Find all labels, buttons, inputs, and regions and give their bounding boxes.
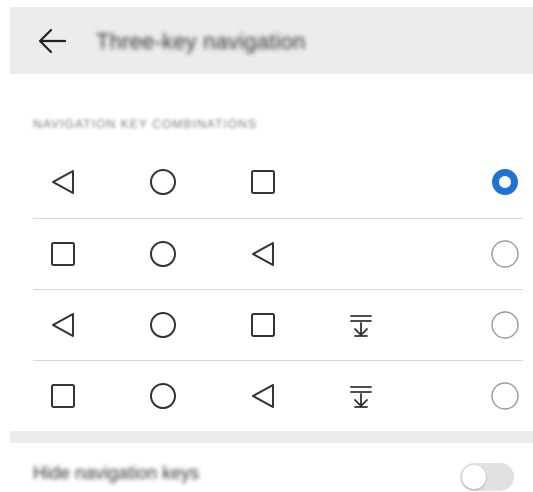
arrow-left-icon [38, 28, 67, 54]
home-key-icon [150, 169, 176, 195]
home-key-icon [150, 383, 176, 409]
recents-key-icon [251, 313, 275, 337]
home-key-icon [150, 241, 176, 267]
key-combination-option-2[interactable] [33, 219, 523, 289]
home-key-icon [150, 312, 176, 338]
back-key-icon [52, 313, 74, 337]
back-key-icon [252, 242, 274, 266]
notification-key-icon [350, 315, 372, 337]
section-separator [10, 431, 533, 443]
hide-navigation-keys-label: Hide navigation keys [33, 463, 200, 483]
recents-key-icon [51, 384, 75, 408]
radio-unselected[interactable] [490, 381, 520, 411]
page-title: Three-key navigation [96, 29, 306, 54]
hide-navigation-keys-row[interactable]: Hide navigation keys [0, 443, 533, 492]
key-combination-option-4[interactable] [33, 361, 523, 431]
recents-key-icon [251, 170, 275, 194]
back-key-icon [52, 170, 74, 194]
key-combination-option-3[interactable] [33, 290, 523, 360]
recents-key-icon [51, 242, 75, 266]
radio-selected[interactable] [490, 167, 520, 197]
back-button[interactable] [36, 24, 70, 58]
app-bar: Three-key navigation [10, 7, 533, 74]
radio-unselected[interactable] [490, 310, 520, 340]
toggle-knob [462, 465, 486, 489]
section-label: NAVIGATION KEY COMBINATIONS [33, 117, 258, 131]
hide-navigation-keys-toggle[interactable] [460, 463, 514, 491]
back-key-icon [252, 384, 274, 408]
key-combination-option-1[interactable] [33, 147, 523, 217]
radio-unselected[interactable] [490, 239, 520, 269]
notification-key-icon [350, 386, 372, 408]
